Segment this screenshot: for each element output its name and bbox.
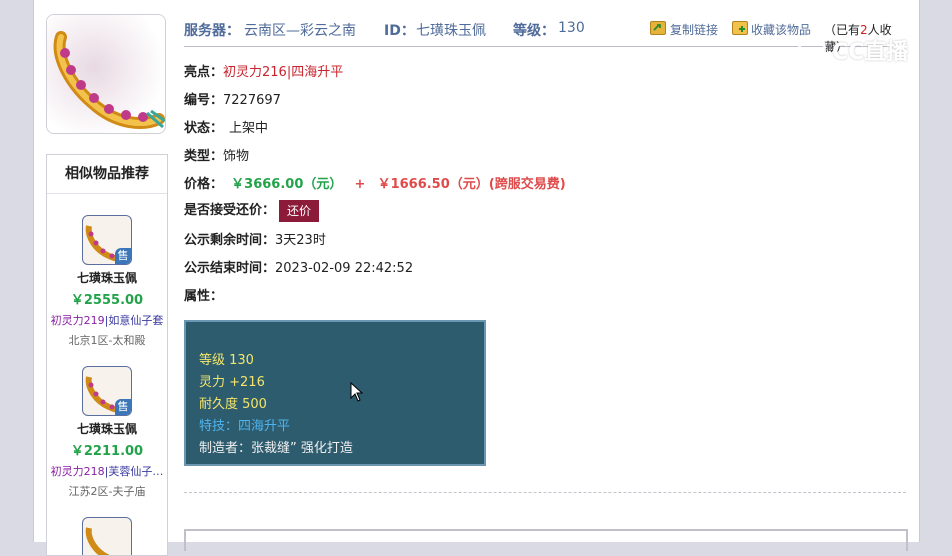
- server-label: 服务器：: [184, 23, 240, 39]
- attributes-panel: 等级 130 灵力 +216 耐久度 500 特技：四海升平 制造者：张裁缝” …: [184, 320, 486, 466]
- watermark-circle-icon: [798, 34, 826, 62]
- sale-badge-icon: 售: [115, 248, 131, 264]
- similar-item-name[interactable]: 七璜珠玉佩: [47, 420, 167, 437]
- item-image: [46, 14, 166, 134]
- similar-items-title: 相似物品推荐: [47, 155, 167, 194]
- similar-item-icon[interactable]: 售: [82, 366, 132, 416]
- similar-item-price: ￥2555.00: [70, 293, 144, 308]
- price-row: 价格： ￥3666.00（元） + ￥1666.50（元）(跨服交易费): [184, 173, 566, 192]
- serial-row: 编号：7227697: [184, 89, 281, 108]
- highlight-row: 亮点：初灵力216|四海升平: [184, 61, 343, 80]
- attr-skill: 特技：四海升平: [199, 419, 291, 434]
- attr-durability: 耐久度 500: [199, 397, 267, 412]
- remaining-time-label: 公示剩余时间：: [184, 233, 276, 248]
- favorite-button[interactable]: 收藏该物品: [751, 21, 811, 38]
- type-label: 类型：: [184, 149, 224, 164]
- sale-badge-icon: 售: [115, 399, 131, 415]
- similar-item-icon[interactable]: [82, 517, 132, 555]
- similar-item-attrs: 初灵力219|如意仙子套: [50, 314, 164, 327]
- copy-link-icon[interactable]: [650, 21, 666, 35]
- item-jade-pendant-icon: [85, 527, 110, 555]
- attr-spirit: 灵力 +216: [199, 375, 265, 390]
- attr-maker: 制造者：张裁缝” 强化打造: [199, 441, 353, 456]
- similar-item[interactable]: [47, 517, 167, 555]
- lower-section-frame: [184, 529, 908, 551]
- similar-item-price: ￥2211.00: [70, 444, 144, 459]
- similar-items-panel: 相似物品推荐 售 七璜珠玉佩 ￥2555.00 初灵力219|如意仙子套 北京1…: [46, 154, 168, 556]
- status-row: 状态： 上架中: [184, 117, 268, 136]
- serial-label: 编号：: [184, 93, 224, 108]
- item-jade-pendant-icon: [47, 15, 165, 133]
- counter-offer-label: 是否接受还价：: [184, 203, 276, 218]
- serial-value: 7227697: [223, 93, 281, 108]
- favorite-folder-icon[interactable]: [732, 21, 748, 35]
- item-header-bar: 服务器： 云南区—彩云之南 ID： 七璜珠玉佩 等级： 130 复制链接 收藏该…: [184, 14, 906, 54]
- section-divider: [184, 492, 906, 493]
- attributes-row: 属性：: [184, 285, 223, 304]
- highlight-label: 亮点：: [184, 65, 224, 80]
- type-row: 类型：饰物: [184, 145, 249, 164]
- attributes-label: 属性：: [184, 289, 224, 304]
- attr-level: 等级 130: [199, 353, 254, 368]
- price-fee: ￥1666.50（元）(跨服交易费): [377, 177, 566, 192]
- id-value: 七璜珠玉佩: [416, 23, 486, 39]
- similar-item-icon[interactable]: 售: [82, 215, 132, 265]
- id-label: ID：: [384, 23, 415, 39]
- status-label: 状态：: [184, 121, 224, 136]
- remaining-time-value: 3天23时: [275, 233, 326, 248]
- price-label: 价格：: [184, 177, 224, 192]
- status-value: 上架中: [229, 121, 269, 136]
- level-value: 130: [558, 20, 585, 36]
- end-time-row: 公示结束时间：2023-02-09 22:42:52: [184, 257, 413, 276]
- server-value: 云南区—彩云之南: [244, 23, 356, 39]
- copy-link-button[interactable]: 复制链接: [670, 21, 718, 38]
- highlight-value: 初灵力216|四海升平: [223, 65, 344, 80]
- similar-item-name[interactable]: 七璜珠玉佩: [47, 269, 167, 286]
- level-label: 等级：: [513, 23, 555, 39]
- similar-item-server: 北京1区-太和殿: [68, 334, 146, 347]
- mouse-cursor-icon: [350, 382, 364, 402]
- price-plus: +: [354, 177, 366, 192]
- price-main: ￥3666.00（元）: [231, 177, 343, 192]
- end-time-value: 2023-02-09 22:42:52: [275, 261, 414, 276]
- similar-item-server: 江苏2区-夫子庙: [68, 485, 146, 498]
- type-value: 饰物: [223, 149, 250, 164]
- counter-offer-row: 是否接受还价： 还价: [184, 199, 320, 222]
- similar-item[interactable]: 售 七璜珠玉佩 ￥2211.00 初灵力218|芙蓉仙子… 江苏2区-夫子庙: [47, 366, 167, 499]
- end-time-label: 公示结束时间：: [184, 261, 276, 276]
- remaining-time-row: 公示剩余时间：3天23时: [184, 229, 326, 248]
- similar-item[interactable]: 售 七璜珠玉佩 ￥2555.00 初灵力219|如意仙子套 北京1区-太和殿: [47, 215, 167, 348]
- watermark-text: CC直播: [832, 40, 909, 65]
- counter-offer-button[interactable]: 还价: [279, 199, 320, 222]
- similar-item-attrs: 初灵力218|芙蓉仙子…: [50, 465, 164, 478]
